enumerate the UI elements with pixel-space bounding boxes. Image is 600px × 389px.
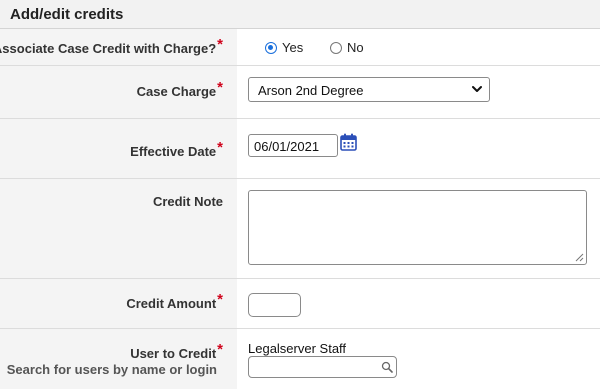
credit-note-label: Credit Note	[152, 194, 223, 209]
required-marker: *	[217, 291, 223, 308]
credit-note-row: Credit Note	[0, 179, 600, 279]
case-charge-label: Case Charge*	[136, 79, 223, 99]
associate-row: Associate Case Credit with Charge?* Yes …	[0, 29, 600, 66]
current-user-name: Legalserver Staff	[248, 341, 347, 356]
credit-amount-row: Credit Amount*	[0, 279, 600, 329]
effective-date-label: Effective Date*	[130, 139, 223, 159]
user-search-hint: Search for users by name or login	[6, 362, 217, 377]
associate-label: Associate Case Credit with Charge?*	[0, 36, 223, 56]
chevron-down-icon	[472, 86, 482, 92]
associate-no-radio[interactable]: No	[330, 40, 364, 55]
case-charge-select[interactable]: Arson 2nd Degree	[248, 77, 490, 102]
radio-unchecked-icon[interactable]	[330, 41, 342, 54]
case-charge-row: Case Charge* Arson 2nd Degree	[0, 66, 600, 119]
required-marker: *	[217, 341, 223, 358]
effective-date-row: Effective Date* 06/01/2021	[0, 119, 600, 179]
user-to-credit-row: User to Credit* Search for users by name…	[0, 329, 600, 389]
effective-date-input[interactable]: 06/01/2021	[248, 134, 338, 157]
search-icon[interactable]	[381, 361, 393, 373]
user-to-credit-label: User to Credit*	[130, 341, 223, 361]
case-charge-value: Arson 2nd Degree	[258, 83, 364, 98]
form-header: Add/edit credits	[0, 0, 600, 29]
credit-amount-label: Credit Amount*	[126, 291, 223, 311]
credit-note-textarea[interactable]	[248, 190, 587, 265]
required-marker: *	[217, 79, 223, 96]
associate-yes-radio[interactable]: Yes	[265, 40, 303, 55]
required-marker: *	[217, 139, 223, 156]
user-search-input[interactable]	[248, 356, 397, 378]
form-title: Add/edit credits	[10, 6, 124, 23]
resize-grip-icon[interactable]	[575, 253, 584, 262]
radio-checked-icon[interactable]	[265, 41, 277, 54]
credit-amount-input[interactable]	[248, 293, 301, 317]
calendar-icon[interactable]	[340, 133, 357, 151]
required-marker: *	[217, 36, 223, 53]
